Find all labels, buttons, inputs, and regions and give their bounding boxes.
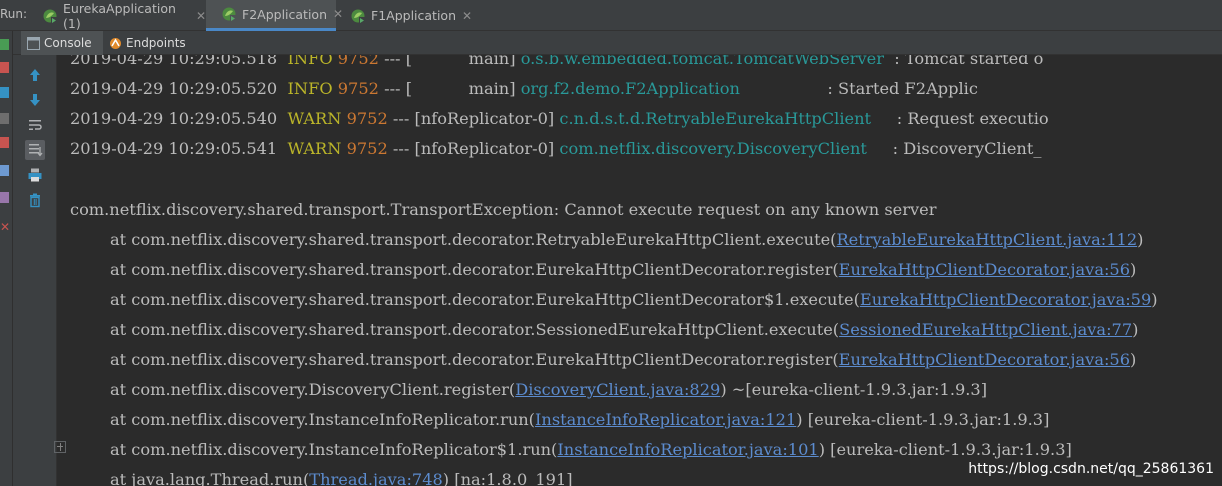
stack-trace-line: at com.netflix.discovery.shared.transpor…: [110, 320, 1139, 339]
spring-app-icon: [43, 9, 57, 23]
print-icon[interactable]: [25, 165, 45, 185]
source-link[interactable]: EurekaHttpClientDecorator.java:56: [839, 260, 1130, 279]
pause-icon[interactable]: [0, 87, 9, 98]
run-tab-f1-application[interactable]: F1Application ✕: [336, 0, 472, 31]
endpoints-tab-label: Endpoints: [126, 36, 186, 50]
rerun-icon[interactable]: [0, 39, 9, 50]
console-output[interactable]: 2019-04-29 10:29:05.518 INFO 9752 --- [ …: [58, 55, 1222, 486]
stack-trace-line: at com.netflix.discovery.shared.transpor…: [110, 260, 1137, 279]
arrow-down-icon[interactable]: [25, 90, 45, 110]
stack-trace-line: at com.netflix.discovery.DiscoveryClient…: [110, 380, 988, 399]
stop-icon[interactable]: [0, 62, 9, 73]
endpoints-tab[interactable]: Endpoints: [106, 31, 186, 55]
log-line: 2019-04-29 10:29:05.541 WARN 9752 --- [n…: [70, 139, 1042, 158]
close-icon[interactable]: ✕: [196, 9, 206, 23]
run-tab-label: F2Application: [242, 6, 327, 22]
console-actions: [13, 55, 57, 486]
exception-line: com.netflix.discovery.shared.transport.T…: [70, 200, 937, 219]
run-tab-eureka-application[interactable]: EurekaApplication (1) ✕: [36, 0, 206, 31]
log-line: 2019-04-29 10:29:05.518 INFO 9752 --- [ …: [70, 55, 1044, 68]
console-icon: [27, 36, 40, 50]
layout-icon[interactable]: [0, 165, 9, 176]
scroll-to-end-icon[interactable]: [25, 140, 45, 160]
run-tab-label: EurekaApplication (1): [63, 0, 176, 31]
close-icon[interactable]: ✕: [0, 220, 10, 234]
expand-fold-icon[interactable]: [54, 441, 66, 453]
spring-app-icon: [222, 7, 236, 21]
pin-icon[interactable]: [0, 192, 9, 203]
stack-trace-line: at com.netflix.discovery.shared.transpor…: [110, 350, 1137, 369]
trash-icon[interactable]: [25, 190, 45, 210]
source-link[interactable]: RetryableEurekaHttpClient.java:112: [836, 230, 1137, 249]
log-line: 2019-04-29 10:29:05.520 INFO 9752 --- [ …: [70, 79, 978, 98]
source-link[interactable]: InstanceInfoReplicator.java:101: [557, 440, 818, 459]
run-tab-label: F1Application: [371, 8, 456, 23]
console-tab[interactable]: Console: [21, 31, 103, 55]
stack-trace-line: at com.netflix.discovery.InstanceInfoRep…: [110, 410, 1050, 429]
console-tab-label: Console: [44, 36, 92, 50]
source-link[interactable]: Thread.java:748: [309, 470, 443, 486]
run-label: Run:: [0, 7, 28, 21]
source-link[interactable]: DiscoveryClient.java:829: [515, 380, 720, 399]
source-link[interactable]: EurekaHttpClientDecorator.java:59: [860, 290, 1151, 309]
source-link[interactable]: InstanceInfoReplicator.java:121: [535, 410, 796, 429]
exit-icon[interactable]: [0, 137, 9, 148]
spring-app-icon: [351, 9, 365, 23]
left-tool-strip: ✕: [0, 31, 13, 486]
source-link[interactable]: SessionedEurekaHttpClient.java:77: [839, 320, 1132, 339]
soft-wrap-icon[interactable]: [25, 115, 45, 135]
stack-trace-line: at java.lang.Thread.run(Thread.java:748)…: [110, 469, 573, 486]
endpoints-icon: [110, 37, 121, 49]
close-icon[interactable]: ✕: [462, 9, 472, 23]
run-tab-bar: Run: EurekaApplication (1) ✕ F2Applicati…: [0, 0, 1222, 31]
run-tab-f2-application[interactable]: F2Application ✕: [206, 0, 343, 31]
source-link[interactable]: EurekaHttpClientDecorator.java:56: [839, 350, 1130, 369]
output-toolbar: Console Endpoints: [13, 31, 1222, 55]
log-line: 2019-04-29 10:29:05.540 WARN 9752 --- [n…: [70, 109, 1049, 128]
stack-trace-line: at com.netflix.discovery.shared.transpor…: [110, 230, 1144, 249]
stack-trace-line: at com.netflix.discovery.shared.transpor…: [110, 290, 1158, 309]
arrow-up-icon[interactable]: [25, 65, 45, 85]
watermark: https://blog.csdn.net/qq_25861361: [968, 461, 1214, 477]
camera-icon[interactable]: [0, 113, 9, 124]
stack-trace-line: at com.netflix.discovery.InstanceInfoRep…: [110, 440, 1072, 459]
